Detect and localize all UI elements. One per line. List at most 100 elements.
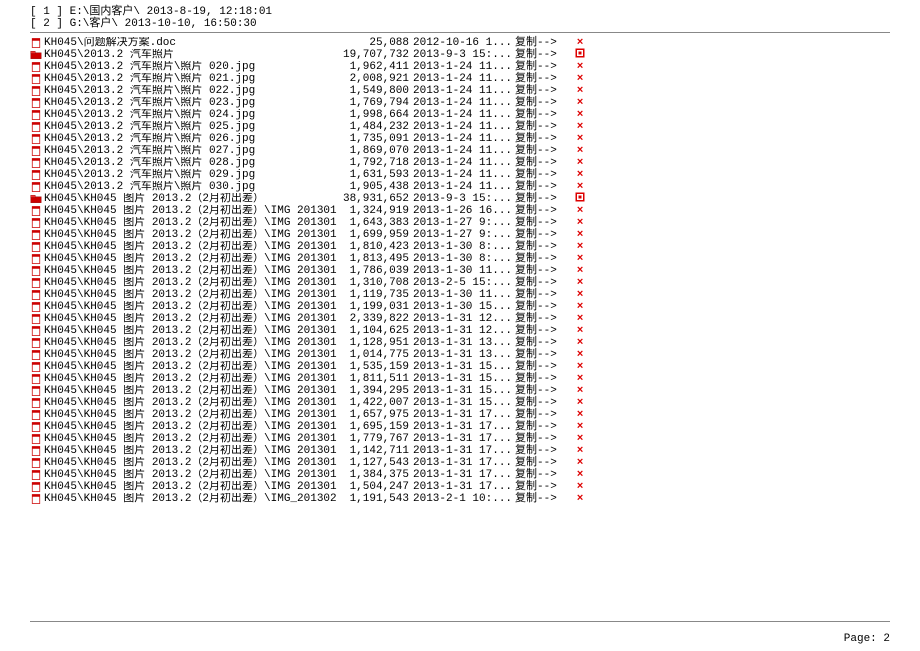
file-size: 1,535,159 xyxy=(337,361,409,373)
status-x-icon: × xyxy=(570,469,590,481)
file-date: 2013-1-24 11... xyxy=(409,145,513,157)
file-icon xyxy=(30,361,42,373)
file-size: 1,699,959 xyxy=(337,229,409,241)
file-name: KH045\KH045 图片 2013.2（2月初出差）\IMG 201301: xyxy=(44,313,337,325)
file-row: KH045\KH045 图片 2013.2（2月初出差）\IMG 201301:… xyxy=(30,409,890,421)
folder-icon xyxy=(30,193,42,205)
file-row: KH045\2013.2 汽车照片\照片 021.jpg2,008,921201… xyxy=(30,73,890,85)
file-size: 1,786,039 xyxy=(337,265,409,277)
file-size: 1,779,767 xyxy=(337,433,409,445)
file-name: KH045\2013.2 汽车照片\照片 023.jpg xyxy=(44,97,337,109)
action-label: 复制--> xyxy=(513,169,570,181)
file-row: KH045\KH045 图片 2013.2（2月初出差）\IMG 201301:… xyxy=(30,313,890,325)
status-x-icon: × xyxy=(570,445,590,457)
action-label: 复制--> xyxy=(513,469,570,481)
file-row: KH045\KH045 图片 2013.2（2月初出差）\IMG 201301:… xyxy=(30,385,890,397)
file-row: KH045\2013.2 汽车照片\照片 029.jpg1,631,593201… xyxy=(30,169,890,181)
file-date: 2013-1-31 15... xyxy=(409,385,513,397)
file-icon xyxy=(30,229,42,241)
file-date: 2013-1-24 11... xyxy=(409,97,513,109)
file-size: 1,695,159 xyxy=(337,421,409,433)
file-date: 2013-1-24 11... xyxy=(409,61,513,73)
file-row: KH045\KH045 图片 2013.2（2月初出差）\IMG 201301:… xyxy=(30,445,890,457)
file-name: KH045\KH045 图片 2013.2（2月初出差）\IMG 201301: xyxy=(44,457,337,469)
action-label: 复制--> xyxy=(513,241,570,253)
file-icon xyxy=(30,241,42,253)
file-date: 2013-1-31 13... xyxy=(409,337,513,349)
file-size: 1,014,775 xyxy=(337,349,409,361)
file-icon xyxy=(30,373,42,385)
action-label: 复制--> xyxy=(513,73,570,85)
page-root: { "header": [ "[ 1 ] E:\\国内客户\\ 2013-8-1… xyxy=(0,0,920,651)
file-date: 2013-1-24 11... xyxy=(409,121,513,133)
file-icon xyxy=(30,61,42,73)
file-row: KH045\KH045 图片 2013.2（2月初出差）\IMG 201301:… xyxy=(30,265,890,277)
status-x-icon: × xyxy=(570,97,590,109)
status-x-icon: × xyxy=(570,409,590,421)
status-x-icon: × xyxy=(570,121,590,133)
file-name: KH045\KH045 图片 2013.2（2月初出差）\IMG 201301: xyxy=(44,205,337,217)
file-row: KH045\2013.2 汽车照片\照片 020.jpg1,962,411201… xyxy=(30,61,890,73)
file-name: KH045\KH045 图片 2013.2（2月初出差）\IMG 201301: xyxy=(44,373,337,385)
file-name: KH045\问题解决方案.doc xyxy=(44,37,337,49)
file-row: KH045\KH045 图片 2013.2（2月初出差）\IMG 201301:… xyxy=(30,229,890,241)
file-date: 2013-1-26 16... xyxy=(409,205,513,217)
file-name: KH045\KH045 图片 2013.2（2月初出差）\IMG 201301: xyxy=(44,217,337,229)
file-name: KH045\KH045 图片 2013.2（2月初出差） xyxy=(44,193,337,205)
status-x-icon: × xyxy=(570,265,590,277)
file-name: KH045\2013.2 汽车照片\照片 029.jpg xyxy=(44,169,337,181)
file-date: 2013-1-24 11... xyxy=(409,157,513,169)
file-size: 25,088 xyxy=(337,37,409,49)
status-x-icon: × xyxy=(570,133,590,145)
status-x-icon: × xyxy=(570,205,590,217)
status-x-icon: × xyxy=(570,337,590,349)
file-icon xyxy=(30,97,42,109)
file-date: 2013-1-31 17... xyxy=(409,421,513,433)
file-size: 1,769,794 xyxy=(337,97,409,109)
action-label: 复制--> xyxy=(513,193,570,205)
file-name: KH045\KH045 图片 2013.2（2月初出差）\IMG 201301: xyxy=(44,289,337,301)
file-icon xyxy=(30,145,42,157)
file-name: KH045\KH045 图片 2013.2（2月初出差）\IMG 201301: xyxy=(44,385,337,397)
action-label: 复制--> xyxy=(513,109,570,121)
file-date: 2013-1-27 9:... xyxy=(409,217,513,229)
file-row: KH045\2013.2 汽车照片\照片 026.jpg1,735,091201… xyxy=(30,133,890,145)
file-row: KH045\KH045 图片 2013.2（2月初出差）\IMG 201301:… xyxy=(30,217,890,229)
action-label: 复制--> xyxy=(513,157,570,169)
file-size: 1,384,375 xyxy=(337,469,409,481)
file-date: 2013-1-31 17... xyxy=(409,469,513,481)
status-x-icon: × xyxy=(570,325,590,337)
file-row: KH045\2013.2 汽车照片\照片 025.jpg1,484,232201… xyxy=(30,121,890,133)
status-x-icon: × xyxy=(570,385,590,397)
file-size: 1,504,247 xyxy=(337,481,409,493)
action-label: 复制--> xyxy=(513,61,570,73)
file-name: KH045\KH045 图片 2013.2（2月初出差）\IMG 201301: xyxy=(44,301,337,313)
file-icon xyxy=(30,133,42,145)
action-label: 复制--> xyxy=(513,349,570,361)
status-x-icon: × xyxy=(570,73,590,85)
action-label: 复制--> xyxy=(513,205,570,217)
file-size: 1,657,975 xyxy=(337,409,409,421)
file-size: 1,310,708 xyxy=(337,277,409,289)
folder-icon xyxy=(30,49,42,61)
file-name: KH045\2013.2 汽车照片\照片 030.jpg xyxy=(44,181,337,193)
file-name: KH045\2013.2 汽车照片\照片 026.jpg xyxy=(44,133,337,145)
file-icon xyxy=(30,205,42,217)
file-row: KH045\KH045 图片 2013.2（2月初出差）\IMG 201301:… xyxy=(30,241,890,253)
divider-bottom xyxy=(30,621,890,622)
file-icon xyxy=(30,409,42,421)
file-icon xyxy=(30,121,42,133)
file-icon xyxy=(30,277,42,289)
status-x-icon: × xyxy=(570,145,590,157)
action-label: 复制--> xyxy=(513,409,570,421)
status-x-icon: × xyxy=(570,421,590,433)
file-date: 2013-1-31 15... xyxy=(409,397,513,409)
action-label: 复制--> xyxy=(513,97,570,109)
file-icon xyxy=(30,313,42,325)
action-label: 复制--> xyxy=(513,325,570,337)
file-name: KH045\2013.2 汽车照片\照片 022.jpg xyxy=(44,85,337,97)
action-label: 复制--> xyxy=(513,133,570,145)
file-size: 1,792,718 xyxy=(337,157,409,169)
status-x-icon: × xyxy=(570,217,590,229)
header-line-1: [ 1 ] E:\国内客户\ 2013-8-19, 12:18:01 xyxy=(30,6,890,18)
